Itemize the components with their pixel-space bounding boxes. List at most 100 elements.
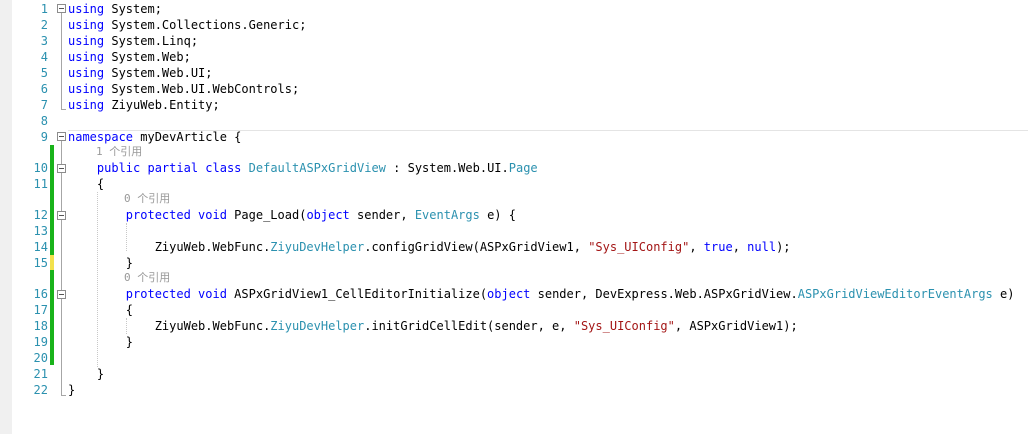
collapse-icon[interactable] (57, 164, 66, 173)
code-line[interactable]: ZiyuWeb.WebFunc.ZiyuDevHelper.initGridCe… (68, 318, 798, 334)
line-number: 21 (33, 367, 48, 381)
line-number: 22 (33, 383, 48, 397)
line-number: 10 (33, 161, 48, 175)
code-token: e) (992, 287, 1015, 301)
code-line[interactable]: using System.Web; (68, 49, 191, 65)
code-line[interactable]: protected void Page_Load(object sender, … (68, 207, 516, 223)
keyword-token: using (68, 34, 105, 48)
line-number: 9 (40, 130, 48, 144)
code-token: .initGridCellEdit(sender, e, (364, 319, 574, 333)
code-line[interactable]: using System; (68, 1, 162, 17)
code-line[interactable]: ZiyuWeb.WebFunc.ZiyuDevHelper.configGrid… (68, 239, 791, 255)
code-line[interactable]: } (68, 255, 133, 271)
keyword-token: using (68, 66, 105, 80)
change-bar-saved (50, 145, 54, 255)
line-number: 15 (33, 256, 48, 270)
code-token: } (68, 335, 134, 349)
line-number: 7 (40, 98, 48, 112)
type-token: EventArgs (414, 208, 480, 222)
keyword-token: protected void (125, 287, 227, 301)
code-line[interactable]: using System.Collections.Generic; (68, 17, 306, 33)
line-number: 14 (33, 240, 48, 254)
type-token: DefaultASPxGridView (248, 161, 386, 175)
string-token: "Sys_UIConfig" (588, 240, 690, 254)
code-token: Page_Load( (226, 208, 307, 222)
editor-left-margin (0, 0, 12, 434)
keyword-token: using (68, 98, 105, 112)
type-token: Page (508, 161, 538, 175)
code-line[interactable]: namespace myDevArticle { (68, 129, 241, 145)
code-token: , ASPxGridView1); (674, 319, 798, 333)
keyword-token: object (487, 287, 531, 301)
code-token: } (68, 367, 105, 381)
outline-guide (61, 109, 66, 110)
collapse-icon[interactable] (57, 290, 66, 299)
code-line[interactable]: } (68, 366, 104, 382)
line-number: 1 (40, 2, 48, 16)
code-line[interactable]: using System.Linq; (68, 33, 198, 49)
code-token: ASPxGridView1_CellEditorInitialize( (226, 287, 488, 301)
code-token: : System.Web.UI. (385, 161, 509, 175)
keyword-token: namespace (68, 130, 134, 144)
type-token: ZiyuDevHelper (270, 240, 365, 254)
code-line[interactable]: public partial class DefaultASPxGridView… (68, 160, 538, 176)
code-line[interactable]: protected void ASPxGridView1_CellEditorI… (68, 286, 1015, 302)
code-token: ); (776, 240, 791, 254)
string-token: "Sys_UIConfig" (573, 319, 675, 333)
line-number: 4 (40, 50, 48, 64)
codelens-references[interactable]: 0 个引用 (124, 271, 170, 285)
code-line[interactable]: } (68, 382, 75, 398)
line-number-gutter: 1 2 3 4 5 6 7 8 9 10 11 12 13 14 15 16 1… (12, 0, 52, 434)
code-token: } (68, 383, 76, 397)
codelens-references[interactable]: 1 个引用 (96, 145, 142, 159)
keyword-token: public partial class (96, 161, 242, 175)
line-number: 20 (33, 351, 48, 365)
code-token: System.Linq; (104, 34, 199, 48)
code-line[interactable]: { (68, 176, 104, 192)
type-token: ZiyuDevHelper (270, 319, 365, 333)
keyword-token: object (306, 208, 350, 222)
collapse-icon[interactable] (57, 4, 66, 13)
collapse-icon[interactable] (57, 211, 66, 220)
code-token: System; (104, 2, 162, 16)
line-number: 18 (33, 319, 48, 333)
code-token: sender, DevExpress.Web.ASPxGridView. (530, 287, 798, 301)
code-editor[interactable]: 1 2 3 4 5 6 7 8 9 10 11 12 13 14 15 16 1… (0, 0, 1028, 434)
outline-guide (61, 141, 62, 395)
code-token: , (689, 240, 704, 254)
code-line[interactable]: { (68, 302, 133, 318)
code-token: System.Web.UI.WebControls; (104, 82, 300, 96)
code-token: { (68, 303, 134, 317)
line-number: 8 (40, 114, 48, 128)
outline-guide (61, 13, 62, 109)
line-number: 13 (33, 224, 48, 238)
line-number: 5 (40, 66, 48, 80)
line-number: 2 (40, 18, 48, 32)
code-token: System.Collections.Generic; (104, 18, 307, 32)
line-number: 16 (33, 287, 48, 301)
keyword-token: using (68, 82, 105, 96)
code-line[interactable]: using ZiyuWeb.Entity; (68, 97, 220, 113)
code-line[interactable]: using System.Web.UI; (68, 65, 213, 81)
keyword-token: using (68, 18, 105, 32)
code-token: System.Web.UI; (104, 66, 213, 80)
type-token: ASPxGridViewEditorEventArgs (797, 287, 993, 301)
line-number: 19 (33, 335, 48, 349)
code-token: { (68, 177, 105, 191)
keyword-token: true (703, 240, 733, 254)
keyword-token: null (747, 240, 777, 254)
collapse-icon[interactable] (57, 132, 66, 141)
code-token: } (68, 256, 134, 270)
line-number: 12 (33, 208, 48, 222)
code-token: .configGridView(ASPxGridView1, (364, 240, 589, 254)
codelens-references[interactable]: 0 个引用 (124, 192, 170, 206)
keyword-token: using (68, 50, 105, 64)
code-token: myDevArticle { (133, 130, 242, 144)
code-line[interactable]: using System.Web.UI.WebControls; (68, 81, 299, 97)
code-line[interactable]: } (68, 334, 133, 350)
code-token: , (732, 240, 748, 254)
